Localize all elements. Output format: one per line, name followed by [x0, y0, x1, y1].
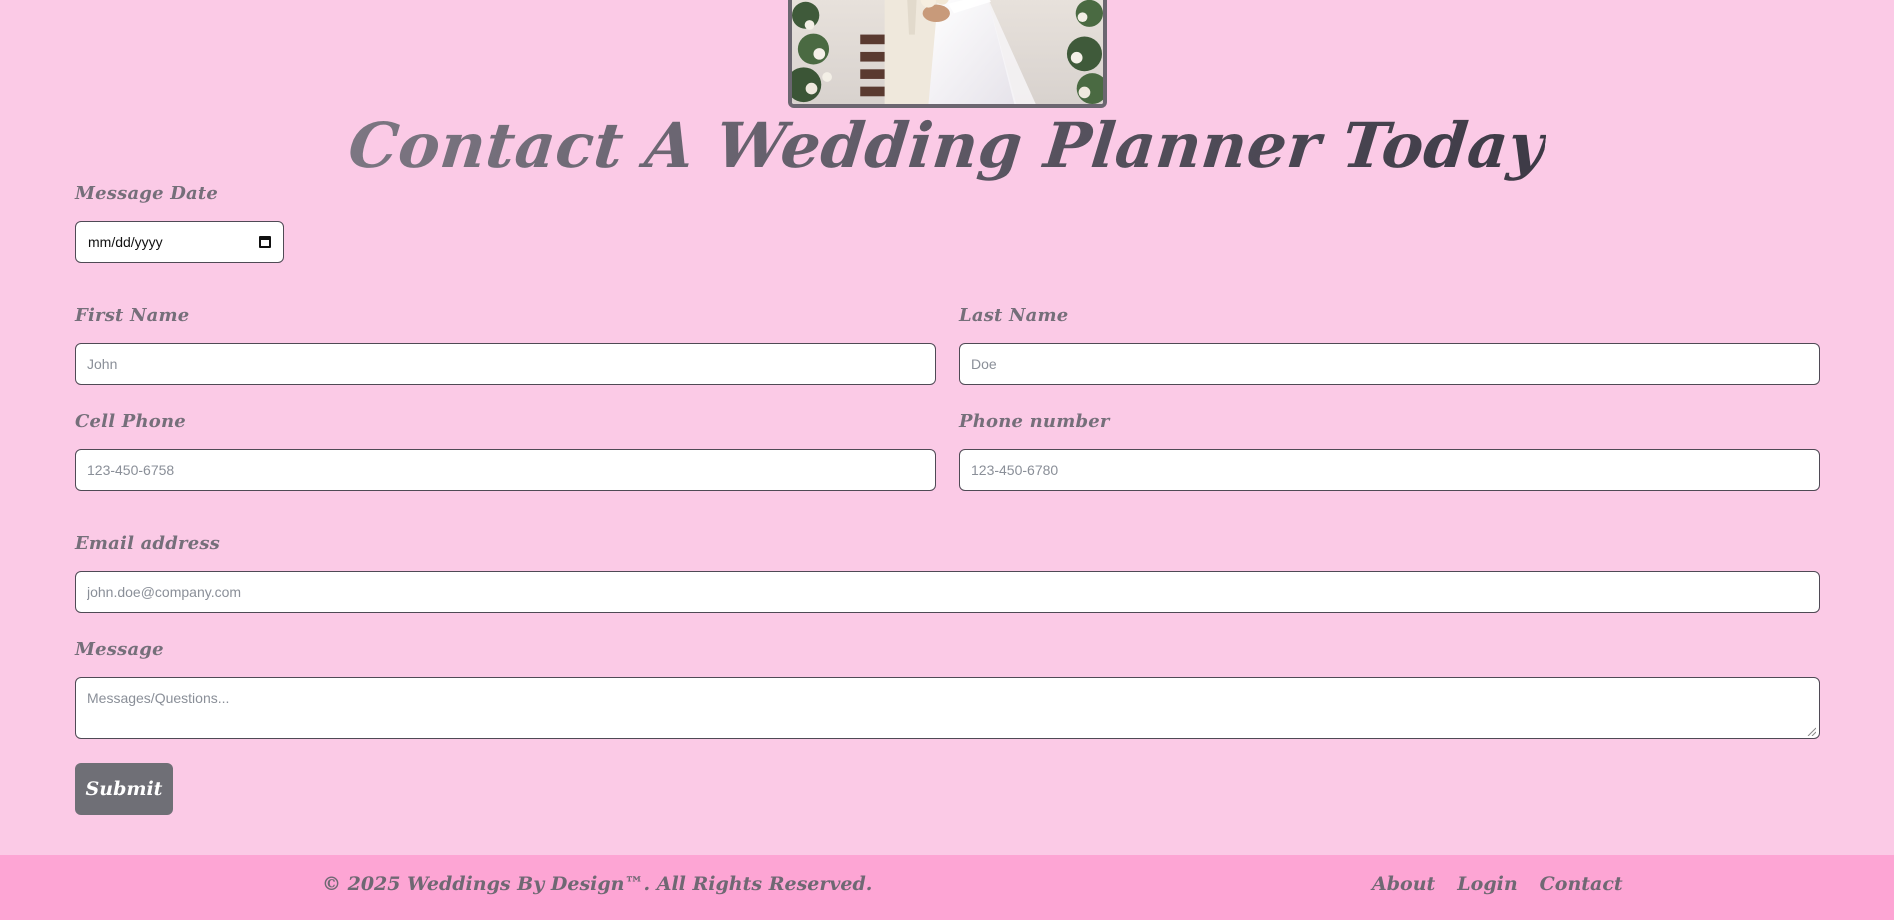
email-input[interactable]	[75, 571, 1820, 613]
message-date-value: mm/dd/yyyy	[88, 234, 163, 250]
contact-page: Contact A Wedding Planner Today Message …	[0, 0, 1894, 920]
copyright-text: © 2025 Weddings By Design™. All Rights R…	[322, 873, 873, 895]
submit-button[interactable]: Submit	[75, 763, 173, 815]
footer-link-about[interactable]: About	[1372, 873, 1435, 895]
footer-link-contact[interactable]: Contact	[1540, 873, 1623, 895]
hero-image	[788, 0, 1107, 108]
message-date-label: Message Date	[75, 183, 219, 204]
email-label: Email address	[75, 533, 221, 554]
message-date-input[interactable]: mm/dd/yyyy	[75, 221, 284, 263]
footer: © 2025 Weddings By Design™. All Rights R…	[0, 855, 1894, 920]
first-name-input[interactable]	[75, 343, 936, 385]
message-label: Message	[75, 639, 164, 660]
phone-number-input[interactable]	[959, 449, 1820, 491]
last-name-input[interactable]	[959, 343, 1820, 385]
phone-number-label: Phone number	[959, 411, 1110, 432]
footer-nav: About Login Contact	[1372, 873, 1623, 895]
page-title-text: Contact A Wedding Planner Today	[345, 109, 1549, 182]
last-name-label: Last Name	[959, 305, 1069, 326]
wedding-photo	[792, 0, 1103, 104]
page-title: Contact A Wedding Planner Today	[0, 106, 1894, 186]
message-textarea[interactable]	[75, 677, 1820, 739]
first-name-label: First Name	[75, 305, 190, 326]
calendar-icon[interactable]	[259, 236, 271, 248]
cell-phone-label: Cell Phone	[75, 411, 186, 432]
footer-link-login[interactable]: Login	[1457, 873, 1517, 895]
cell-phone-input[interactable]	[75, 449, 936, 491]
